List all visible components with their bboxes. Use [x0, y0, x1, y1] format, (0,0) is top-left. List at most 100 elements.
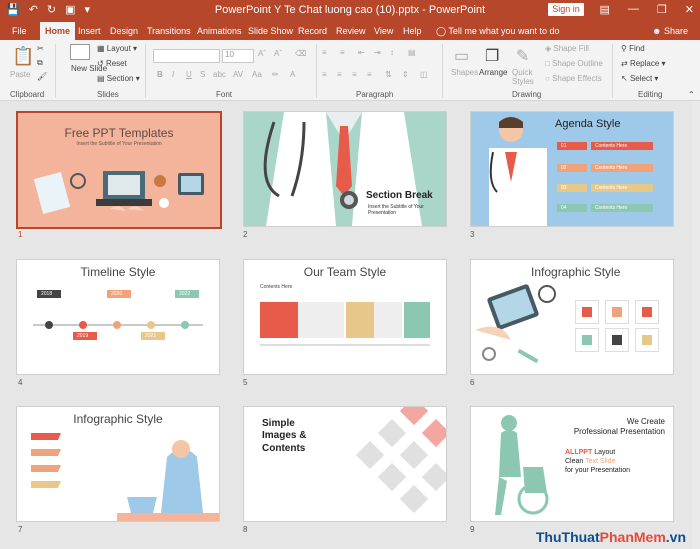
ribbon-separator — [316, 44, 317, 98]
shape-outline-button[interactable]: □ Shape Outline — [545, 59, 603, 68]
shadow-button[interactable]: abc — [213, 70, 226, 79]
tab-animations[interactable]: Animations — [197, 26, 242, 36]
timeline-year-5: 2022 — [175, 290, 199, 298]
ribbon: 📋 Paste ✂ ⧉ 🖌 Clipboard New Slide ▦ Layo… — [0, 40, 700, 101]
tab-transitions[interactable]: Transitions — [147, 26, 191, 36]
copy-icon[interactable]: ⧉ — [37, 58, 43, 68]
minimize-icon[interactable]: — — [628, 3, 639, 16]
infographic-arrow-1 — [31, 433, 61, 440]
ribbon-display-icon[interactable]: ▤ — [600, 3, 610, 16]
slide-8-title-line-2: Images & — [262, 430, 307, 441]
tab-design[interactable]: Design — [110, 26, 138, 36]
numbering-icon[interactable]: ≡ — [340, 48, 345, 57]
tab-file[interactable]: File — [12, 26, 27, 36]
quick-styles-button[interactable]: Quick Styles — [512, 68, 536, 86]
sign-in-button[interactable]: Sign in — [548, 3, 584, 16]
tab-help[interactable]: Help — [403, 26, 422, 36]
tab-record[interactable]: Record — [298, 26, 327, 36]
slide-number-7: 7 — [18, 525, 23, 534]
close-icon[interactable]: ✕ — [685, 3, 694, 16]
timeline-year-4: 2021 — [141, 332, 165, 340]
reset-button[interactable]: ↺ Reset — [97, 59, 127, 68]
grow-font-icon[interactable]: Aˆ — [258, 49, 266, 58]
clipboard-group-label: Clipboard — [10, 90, 45, 99]
cut-icon[interactable]: ✂ — [37, 44, 44, 53]
char-spacing-button[interactable]: AV — [233, 70, 243, 79]
clear-formatting-icon[interactable]: ⌫ — [295, 49, 306, 58]
section-button[interactable]: ▤ Section ▾ — [97, 74, 140, 83]
font-name-box[interactable] — [153, 49, 220, 63]
timeline-year-3: 2020 — [107, 290, 131, 298]
layout-button[interactable]: ▦ Layout ▾ — [97, 44, 137, 53]
tell-me-text: Tell me what you want to do — [448, 26, 560, 36]
increase-indent-icon[interactable]: ⇥ — [374, 48, 381, 57]
slide-thumbnail-7[interactable]: Infographic Style — [16, 406, 220, 522]
slide-thumbnail-8[interactable]: Simple Images & Contents — [243, 406, 447, 522]
line-spacing-icon[interactable]: ↕ — [390, 48, 394, 57]
slide-thumbnail-6[interactable]: Infographic Style — [470, 259, 674, 375]
quick-styles-icon[interactable]: ✎ — [516, 46, 529, 66]
tablet-illustration — [475, 284, 556, 364]
align-left-icon[interactable]: ≡ — [322, 70, 327, 79]
shrink-font-icon[interactable]: Aˇ — [274, 49, 282, 58]
italic-button[interactable]: I — [172, 70, 174, 79]
align-center-icon[interactable]: ≡ — [337, 70, 342, 79]
slide-thumbnail-5[interactable]: Our Team Style Contents Here — [243, 259, 447, 375]
tell-me-box[interactable]: ◯ Tell me what you want to do — [436, 26, 559, 37]
shapes-button[interactable]: Shapes — [451, 68, 478, 77]
new-slide-icon[interactable] — [70, 44, 90, 60]
collapse-ribbon-icon[interactable]: ⌃ — [688, 90, 695, 99]
shape-effects-button[interactable]: ○ Shape Effects — [545, 74, 602, 83]
tab-view[interactable]: View — [374, 26, 393, 36]
slide-9-brand: ALLPPT — [565, 449, 593, 456]
replace-button[interactable]: ⇄ Replace ▾ — [621, 59, 666, 68]
tab-slide-show[interactable]: Slide Show — [248, 26, 293, 36]
arrange-icon[interactable]: ❐ — [485, 46, 499, 66]
format-painter-icon[interactable]: 🖌 — [37, 72, 47, 81]
slide-4-title: Timeline Style — [80, 265, 156, 279]
select-button[interactable]: ↖ Select ▾ — [621, 74, 658, 83]
window-title: PowerPoint Y Te Chat luong cao (10).pptx… — [214, 4, 486, 16]
tab-insert[interactable]: Insert — [78, 26, 101, 36]
bold-button[interactable]: B — [157, 70, 163, 79]
maximize-icon[interactable]: ❐ — [657, 3, 667, 16]
tab-review[interactable]: Review — [336, 26, 366, 36]
arrange-button[interactable]: Arrange — [479, 68, 507, 77]
change-case-button[interactable]: Aa — [252, 70, 262, 79]
reset-icon: ↺ — [97, 59, 104, 68]
highlight-icon[interactable]: ✏ — [272, 70, 279, 79]
font-size-box[interactable]: 10 — [222, 49, 254, 63]
timeline-dot — [147, 321, 155, 329]
strikethrough-button[interactable]: S — [200, 70, 205, 79]
justify-icon[interactable]: ≡ — [367, 70, 372, 79]
font-color-icon[interactable]: A — [290, 70, 295, 79]
underline-button[interactable]: U — [186, 70, 192, 79]
bullets-icon[interactable]: ≡ — [322, 48, 327, 57]
share-button[interactable]: ☻ Share — [652, 26, 688, 36]
smartart-icon[interactable]: ◫ — [420, 70, 428, 79]
slide-thumbnail-9[interactable]: We Create Professional Presentation ALLP… — [470, 406, 674, 522]
decrease-indent-icon[interactable]: ⇤ — [358, 48, 365, 57]
doctor-illustration — [489, 117, 547, 226]
slide-9-title-line-1: We Create — [626, 417, 665, 426]
slide-8-title-line-3: Contents — [262, 443, 306, 454]
tab-home[interactable]: Home — [40, 22, 76, 40]
timeline-dot — [79, 321, 87, 329]
slide-thumbnail-4[interactable]: Timeline Style 2018 2020 2022 2019 2021 — [16, 259, 220, 375]
slide-thumbnail-3[interactable]: Agenda Style 01 Contents Here 02 Content… — [470, 111, 674, 227]
shape-fill-button[interactable]: ◈ Shape Fill — [545, 44, 589, 53]
slide-thumbnail-2[interactable]: Section Break Insert the Subtitle of You… — [243, 111, 447, 227]
slide-5-contents: Contents Here — [260, 284, 293, 290]
find-button[interactable]: ⚲ Find — [621, 44, 645, 53]
team-photo-1 — [298, 302, 344, 338]
align-text-icon[interactable]: ⇕ — [402, 70, 409, 79]
vertical-scrollbar[interactable] — [692, 101, 700, 549]
shapes-icon[interactable]: ▭ — [454, 46, 469, 66]
slide-thumbnail-1[interactable]: Free PPT Templates Insert the Subtitle o… — [16, 111, 222, 229]
info-box-6 — [635, 328, 659, 352]
columns-icon[interactable]: ▤ — [408, 48, 416, 57]
text-direction-icon[interactable]: ⇅ — [385, 70, 392, 79]
align-right-icon[interactable]: ≡ — [352, 70, 357, 79]
paste-icon[interactable]: 📋 — [12, 46, 34, 67]
paste-button[interactable]: Paste — [10, 70, 30, 79]
